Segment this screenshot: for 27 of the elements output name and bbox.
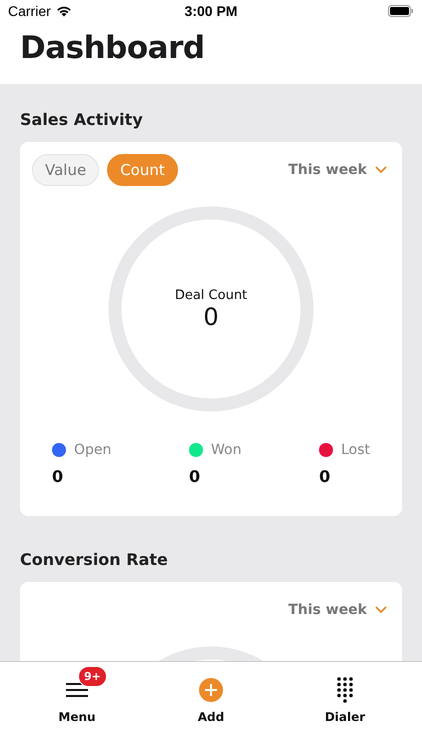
section-title: Conversion Rate (20, 550, 169, 569)
legend-label: Won (211, 442, 242, 458)
period-dropdown[interactable]: This week (288, 162, 367, 178)
tab-label[interactable]: Add (198, 710, 224, 724)
legend-value: 0 (52, 467, 64, 486)
toggle-button[interactable]: Value (32, 154, 100, 186)
tab-label[interactable]: Menu (58, 710, 96, 724)
battery-icon (388, 5, 414, 17)
donut-value: 0 (203, 302, 219, 330)
chevron-down-icon (375, 606, 387, 614)
status-time: 3:00 PM (184, 3, 238, 19)
donut-label: Deal Count (174, 288, 248, 302)
legend-label: Lost (341, 442, 370, 458)
notification-badge: 9+ (78, 666, 107, 687)
legend-value: 0 (319, 467, 332, 486)
carrier-label: Carrier (8, 3, 51, 19)
page-title: Dashboard (20, 30, 205, 66)
plus-icon[interactable] (199, 678, 223, 702)
legend-label: Open (74, 442, 112, 458)
period-dropdown[interactable]: This week (288, 602, 367, 618)
legend-value: 0 (189, 467, 202, 486)
wifi-icon (56, 5, 72, 17)
tab-label[interactable]: Dialer (324, 710, 366, 724)
toggle-button[interactable]: Count (107, 154, 178, 186)
chevron-down-icon (375, 166, 387, 174)
dialpad-icon[interactable] (337, 677, 353, 703)
section-title: Sales Activity (20, 110, 144, 129)
